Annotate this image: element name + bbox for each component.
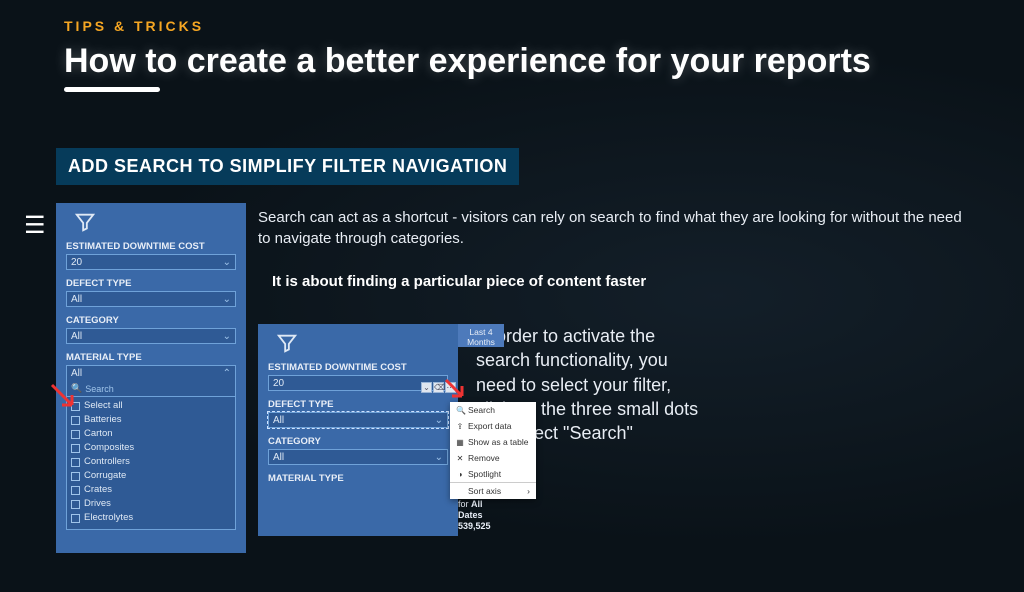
search-placeholder: Search (85, 384, 114, 394)
checkbox-icon (71, 472, 80, 481)
more-options-icon[interactable]: ⋯ (445, 382, 456, 393)
dropdown-value: All (273, 415, 284, 426)
eraser-icon[interactable]: ⌫ (433, 382, 444, 393)
clear-filter-icon[interactable]: ⌄ (421, 382, 432, 393)
paragraph-intro: Search can act as a shortcut - visitors … (258, 207, 974, 249)
summary-block: for for All DatesAll Dates 539,525 (458, 499, 504, 532)
label-material-type: MATERIAL TYPE (66, 352, 236, 363)
checkbox-icon (71, 430, 80, 439)
export-icon: ⇪ (456, 422, 464, 431)
summary-value: 539,525 (458, 521, 504, 532)
menu-item-sort[interactable]: Sort axis› (450, 482, 536, 499)
label-defect-type: DEFECT TYPE (268, 399, 448, 410)
dropdown-material-type[interactable]: All ⌃ (66, 365, 236, 381)
paragraph-emphasis: It is about finding a particular piece o… (272, 273, 974, 290)
label-estimated-cost: ESTIMATED DOWNTIME COST (66, 241, 236, 252)
option-crates[interactable]: Crates (71, 483, 231, 497)
search-input[interactable]: 🔍 Search (66, 381, 236, 397)
menu-item-spotlight[interactable]: ◑Spotlight (450, 466, 536, 482)
dropdown-value: All (71, 368, 82, 379)
context-menu: 🔍Search ⇪Export data ▦Show as a table ✕R… (450, 402, 536, 499)
material-options-list: Select all Batteries Carton Composites C… (66, 397, 236, 530)
section-subheader: ADD SEARCH TO SIMPLIFY FILTER NAVIGATION (56, 148, 519, 185)
table-icon: ▦ (456, 438, 464, 447)
hamburger-icon[interactable]: ☰ (24, 211, 46, 240)
time-chip-label: Last 4 Months (458, 327, 504, 347)
dropdown-defect-type[interactable]: All ⌄ (268, 412, 448, 428)
chevron-down-icon: ⌄ (223, 257, 231, 268)
label-category: CATEGORY (66, 315, 236, 326)
option-electrolytes[interactable]: Electrolytes (71, 511, 231, 525)
chevron-down-icon: ⌄ (435, 452, 443, 463)
menu-item-export[interactable]: ⇪Export data (450, 418, 536, 434)
title-underline (64, 87, 160, 92)
chevron-down-icon: ⌄ (223, 294, 231, 305)
spotlight-icon: ◑ (456, 470, 464, 479)
dropdown-value: All (273, 452, 284, 463)
kicker: TIPS & TRICKS (64, 18, 1024, 34)
funnel-icon (276, 332, 298, 354)
dropdown-value: 20 (273, 378, 284, 389)
chevron-right-icon: › (527, 486, 530, 496)
chevron-down-icon: ⌄ (223, 331, 231, 342)
option-select-all[interactable]: Select all (71, 399, 231, 413)
label-material-type: MATERIAL TYPE (268, 473, 448, 484)
funnel-icon (74, 211, 96, 233)
dropdown-category[interactable]: All ⌄ (268, 449, 448, 465)
checkbox-icon (71, 458, 80, 467)
summary-dates: for for All DatesAll Dates (458, 499, 504, 521)
option-corrugate[interactable]: Corrugate (71, 469, 231, 483)
option-drives[interactable]: Drives (71, 497, 231, 511)
option-batteries[interactable]: Batteries (71, 413, 231, 427)
label-category: CATEGORY (268, 436, 448, 447)
dropdown-category[interactable]: All ⌄ (66, 328, 236, 344)
page-title: How to create a better experience for yo… (64, 42, 1024, 81)
checkbox-icon (71, 444, 80, 453)
right-column: Search can act as a shortcut - visitors … (258, 203, 1024, 553)
filter-panel-2: Last 4 Months ESTIMATED DOWNTIME COST 20… (258, 324, 458, 536)
menu-item-remove[interactable]: ✕Remove (450, 450, 536, 466)
menu-item-show-table[interactable]: ▦Show as a table (450, 434, 536, 450)
search-icon: 🔍 (456, 406, 464, 415)
chevron-up-icon: ⌃ (223, 368, 231, 379)
checkbox-icon (71, 402, 80, 411)
time-chip[interactable]: Last 4 Months (458, 324, 504, 347)
dropdown-value: 20 (71, 257, 82, 268)
chevron-down-icon: ⌄ (435, 415, 443, 426)
filter-panel-1: ☰ ESTIMATED DOWNTIME COST 20 ⌄ DEFECT TY… (56, 203, 246, 553)
checkbox-icon (71, 416, 80, 425)
dropdown-value: All (71, 331, 82, 342)
menu-item-search[interactable]: 🔍Search (450, 402, 536, 418)
dropdown-defect-type[interactable]: All ⌄ (66, 291, 236, 307)
option-controllers[interactable]: Controllers (71, 455, 231, 469)
option-carton[interactable]: Carton (71, 427, 231, 441)
dropdown-value: All (71, 294, 82, 305)
filter-actions: ⌄ ⌫ ⋯ (421, 382, 456, 393)
search-icon: 🔍 (71, 383, 82, 394)
label-estimated-cost: ESTIMATED DOWNTIME COST (268, 362, 448, 373)
dropdown-estimated-cost[interactable]: 20 ⌄ (66, 254, 236, 270)
label-defect-type: DEFECT TYPE (66, 278, 236, 289)
checkbox-icon (71, 514, 80, 523)
option-composites[interactable]: Composites (71, 441, 231, 455)
checkbox-icon (71, 500, 80, 509)
checkbox-icon (71, 486, 80, 495)
remove-icon: ✕ (456, 454, 464, 463)
